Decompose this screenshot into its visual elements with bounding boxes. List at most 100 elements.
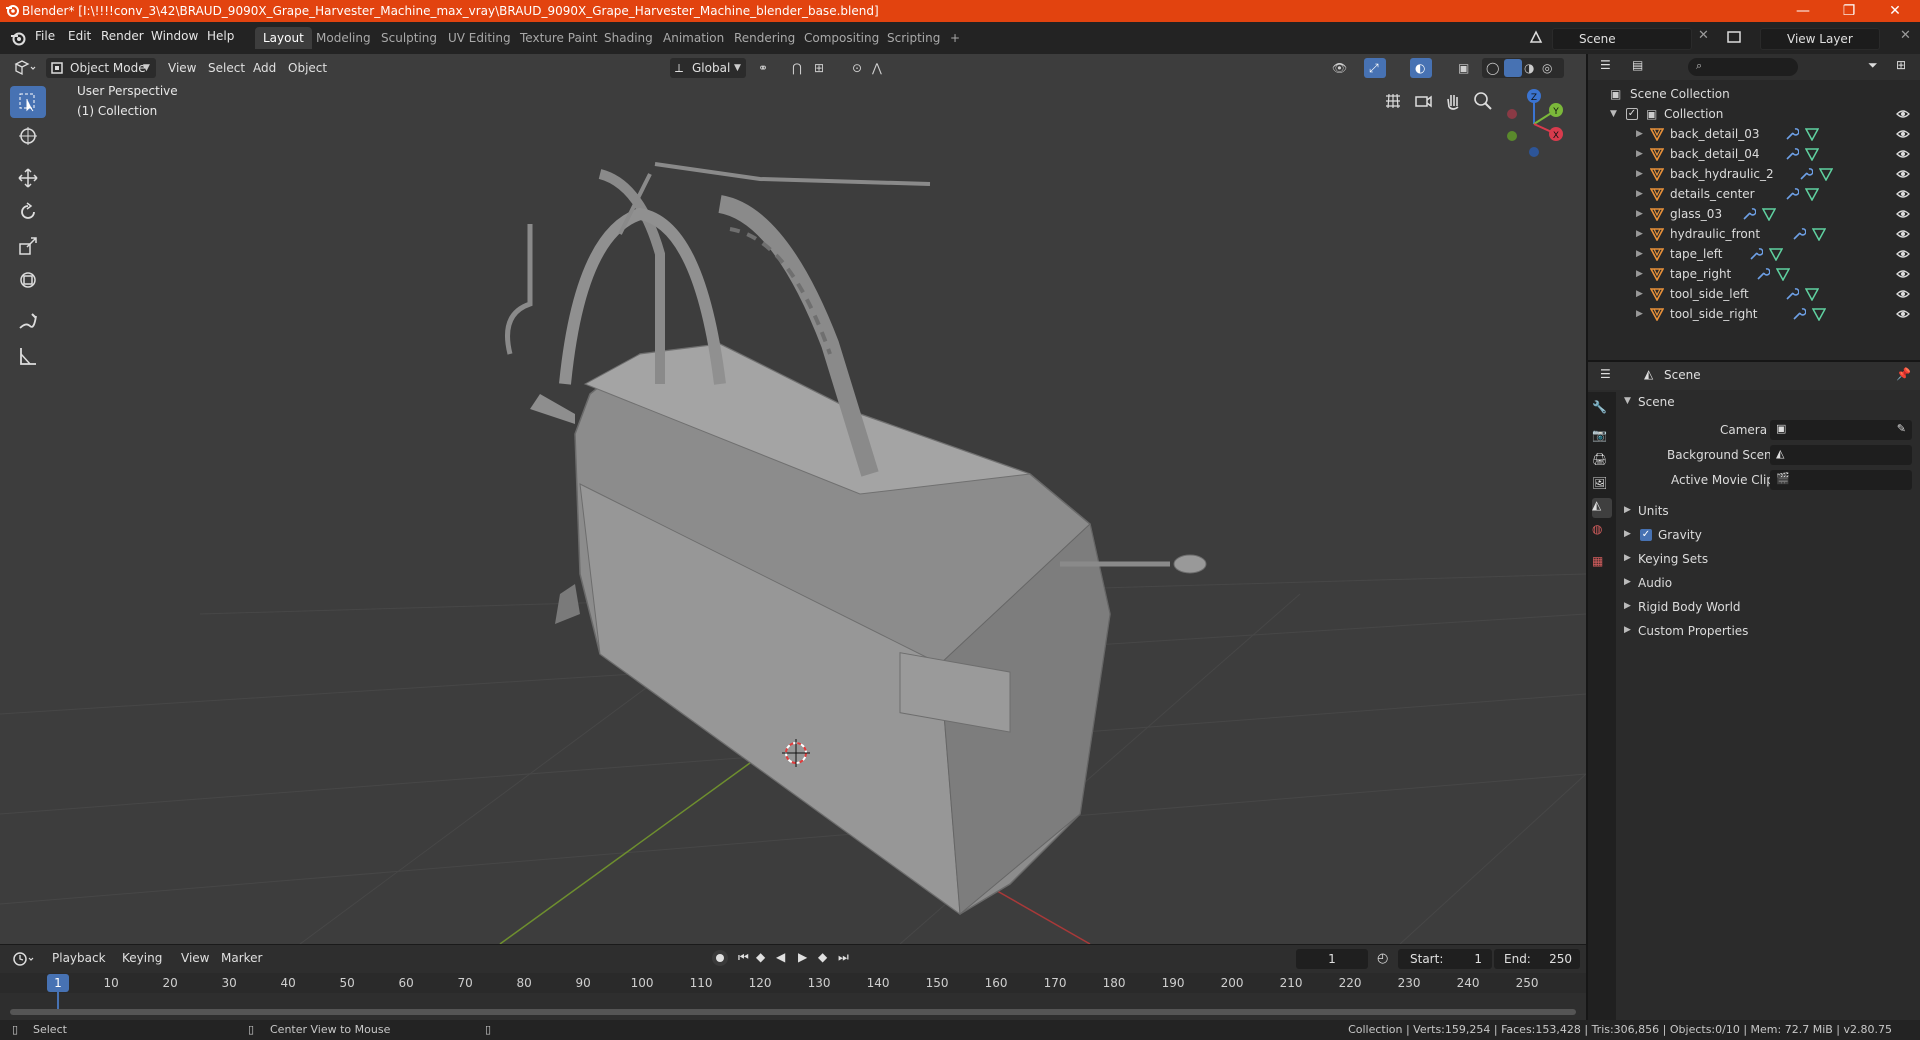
camera-view-icon[interactable] [1410,88,1436,114]
outliner-object-row[interactable]: ▶ tool_side_right [1588,304,1920,324]
expand-arrow-icon[interactable]: ▶ [1636,149,1643,159]
end-frame-field[interactable]: End: 250 [1494,949,1580,969]
modifier-wrench-icon[interactable] [1792,307,1806,321]
3d-cursor-icon[interactable] [780,737,812,769]
collection-checkbox[interactable]: ✓ [1626,108,1638,120]
material-shading-icon[interactable]: ◑ [1524,58,1534,78]
timeline-scrollbar[interactable] [10,1009,1576,1015]
modifier-wrench-icon[interactable] [1785,187,1799,201]
display-mode-icon[interactable]: ▤ [1632,58,1643,72]
solid-shading-icon[interactable] [1504,59,1522,77]
zoom-icon[interactable] [1470,88,1496,114]
expand-arrow-icon[interactable]: ▶ [1636,309,1643,319]
eye-icon[interactable] [1896,128,1910,140]
custom-properties-panel-header[interactable]: ▶ Custom Properties [1618,620,1916,642]
cursor-tool[interactable] [10,120,46,152]
jump-end-icon[interactable]: ⏭ [838,950,849,965]
blender-menu-icon[interactable] [10,30,26,46]
mesh-data-icon[interactable] [1768,247,1783,261]
menu-select[interactable]: Select [208,58,245,78]
active-movie-clip-field[interactable]: 🎬 [1770,470,1912,490]
menu-playback[interactable]: Playback [52,951,106,965]
menu-render[interactable]: Render [101,29,144,43]
xray-icon[interactable]: ▣ [1458,58,1469,78]
tool-tab-icon[interactable]: 🔧 [1592,400,1612,420]
world-tab-icon[interactable]: ◍ [1592,522,1612,542]
area-divider[interactable] [1586,54,1588,1020]
annotate-tool[interactable] [10,306,46,338]
filter-icon[interactable]: ⏷ [1868,58,1878,73]
view-layer-tab-icon[interactable]: 🖼 [1592,476,1612,496]
expand-arrow-icon[interactable]: ▶ [1636,129,1643,139]
audio-panel-header[interactable]: ▶ Audio [1618,572,1916,594]
eye-icon[interactable] [1896,168,1910,180]
start-frame-field[interactable]: Start: 1 [1398,949,1492,969]
view-layer-icon[interactable] [1726,29,1742,45]
outliner-object-row[interactable]: ▶ back_detail_04 [1588,144,1920,164]
modifier-wrench-icon[interactable] [1749,247,1763,261]
expand-arrow-icon[interactable]: ▶ [1636,169,1643,179]
menu-object[interactable]: Object [288,58,327,78]
pin-icon[interactable]: 📌 [1896,367,1911,381]
tab-uv-editing[interactable]: UV Editing [440,27,519,49]
proportional-edit-icon[interactable]: ⊙ [852,58,862,78]
mesh-data-icon[interactable] [1776,267,1790,281]
snap-target-icon[interactable]: ⊞ [814,58,824,78]
eye-icon[interactable] [1896,208,1910,220]
falloff-icon[interactable]: ⋀ [872,58,882,78]
mesh-data-icon[interactable] [1804,147,1819,161]
scale-tool[interactable] [10,230,46,262]
expand-arrow-icon[interactable]: ▼ [1610,109,1617,119]
current-frame-field[interactable]: 1 [1296,949,1368,969]
snap-icon[interactable]: ⋂ [792,58,802,78]
gravity-checkbox[interactable]: ✓ [1640,529,1652,541]
rigid-body-world-panel-header[interactable]: ▶ Rigid Body World [1618,596,1916,618]
outliner-collection[interactable]: ▼ ✓ ▣ Collection [1588,104,1920,124]
mesh-data-icon[interactable] [1812,227,1826,241]
outliner-object-row[interactable]: ▶ tape_right [1588,264,1920,284]
outliner-editor-type-icon[interactable]: ☰ [1600,58,1611,72]
gizmo-toggle[interactable]: ⤢ [1364,58,1386,78]
toggle-grid-icon[interactable] [1380,88,1406,114]
outliner-object-row[interactable]: ▶ hydraulic_front [1588,224,1920,244]
eye-icon[interactable] [1896,308,1910,320]
menu-view[interactable]: View [168,58,196,78]
outliner-object-row[interactable]: ▶ tool_side_left [1588,284,1920,304]
outliner-object-row[interactable]: ▶ glass_03 [1588,204,1920,224]
jump-start-icon[interactable]: ⏮ [738,950,749,965]
modifier-wrench-icon[interactable] [1785,127,1799,141]
preview-range-icon[interactable]: ◴ [1377,951,1388,966]
menu-add[interactable]: Add [253,58,276,78]
menu-window[interactable]: Window [151,29,198,43]
camera-field[interactable]: ▣ ✎ [1770,420,1912,440]
tab-rendering[interactable]: Rendering [726,27,803,49]
close-button[interactable]: ✕ [1872,0,1918,22]
3d-viewport[interactable]: Object Mode ▼ View Select Add Object ⟂ G… [0,54,1586,944]
tab-modeling[interactable]: Modeling [308,27,379,49]
tab-animation[interactable]: Animation [655,27,732,49]
eye-icon[interactable] [1896,248,1910,260]
transform-orientation-selector[interactable]: ⟂ Global ▼ [670,58,746,78]
measure-tool[interactable] [10,340,46,372]
eye-icon[interactable] [1896,188,1910,200]
gravity-panel-header[interactable]: ▶ ✓ Gravity [1618,524,1916,546]
scene-selector[interactable]: Scene [1552,28,1692,50]
rendered-shading-icon[interactable]: ◎ [1542,58,1552,78]
keying-sets-panel-header[interactable]: ▶ Keying Sets [1618,548,1916,570]
tab-scripting[interactable]: Scripting [879,27,948,49]
expand-arrow-icon[interactable]: ▶ [1636,189,1643,199]
outliner-search-input[interactable]: ⌕ [1688,58,1798,76]
eyedropper-icon[interactable]: ✎ [1897,422,1906,435]
harvester-model[interactable] [0,54,1586,944]
eye-icon[interactable] [1896,268,1910,280]
play-icon[interactable]: ▶ [798,950,807,964]
tab-layout[interactable]: Layout [255,27,312,49]
mesh-data-icon[interactable] [1812,307,1826,321]
scene-close-icon[interactable]: ✕ [1698,28,1709,43]
select-box-tool[interactable] [10,86,46,118]
expand-arrow-icon[interactable]: ▶ [1636,229,1643,239]
expand-arrow-icon[interactable]: ▶ [1636,249,1643,259]
tab-compositing[interactable]: Compositing [796,27,887,49]
mesh-data-icon[interactable] [1804,287,1819,301]
clock-editor-icon[interactable] [12,951,36,967]
